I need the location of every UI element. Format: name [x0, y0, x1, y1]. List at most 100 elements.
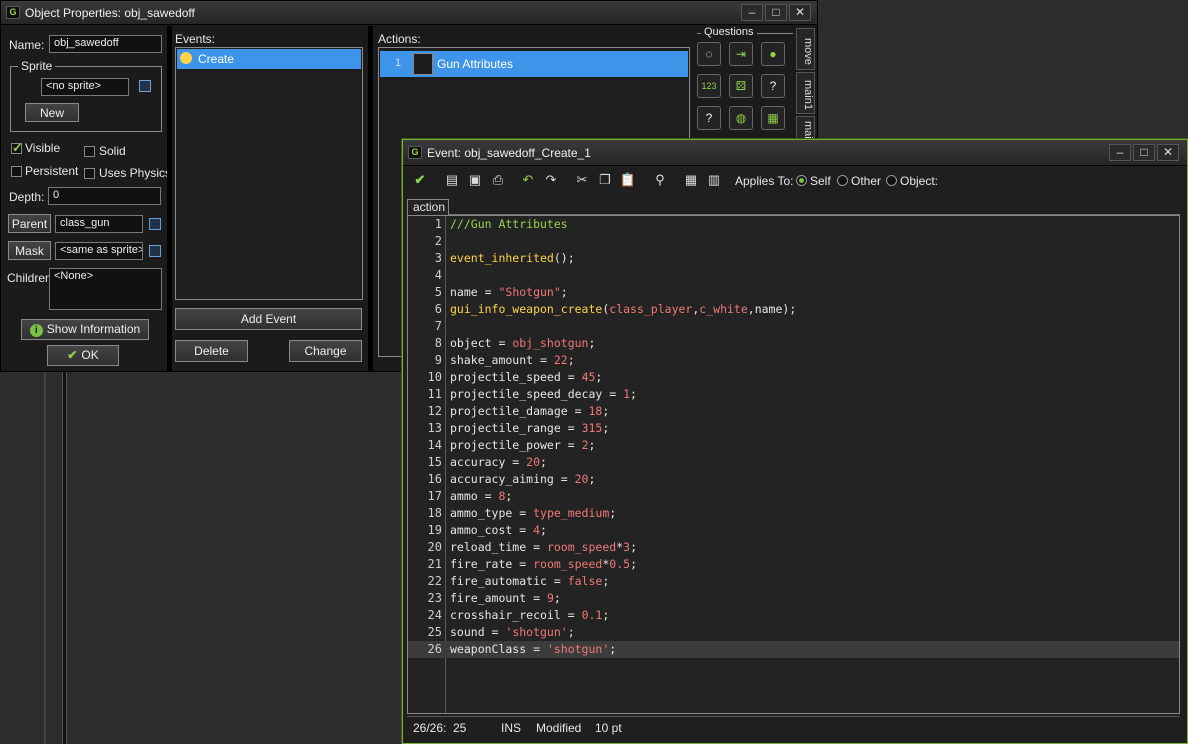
splitter-right[interactable]	[368, 26, 373, 372]
cut-icon[interactable]: ✂	[573, 171, 591, 189]
code-text: projectile_speed_decay = 1;	[450, 386, 637, 403]
tab-main[interactable]: main	[796, 116, 815, 140]
event-window-titlebar[interactable]: G Event: obj_sawedoff_Create_1 – □ ✕	[403, 140, 1187, 166]
mask-button[interactable]: Mask	[8, 241, 51, 260]
code-line[interactable]: 3 event_inherited();	[408, 250, 1179, 267]
test-expression-icon[interactable]: ?	[697, 106, 721, 130]
check-mouse-icon[interactable]: ◍	[729, 106, 753, 130]
code-line[interactable]: 22 fire_automatic = false;	[408, 573, 1179, 590]
code-line[interactable]: 19 ammo_cost = 4;	[408, 522, 1179, 539]
splitter-left[interactable]	[167, 26, 172, 372]
code-line[interactable]: 26 weaponClass = 'shotgun';	[408, 641, 1179, 658]
search-icon[interactable]: ⚲	[651, 171, 669, 189]
check-object-icon[interactable]: ●	[761, 42, 785, 66]
check-empty-icon[interactable]: ◌	[697, 42, 721, 66]
ok-button[interactable]: ✔ OK	[47, 345, 119, 366]
applies-object-radio[interactable]	[886, 175, 897, 186]
children-list[interactable]: <None>	[49, 268, 162, 310]
code-token: ;	[609, 642, 617, 656]
persistent-checkbox[interactable]	[11, 166, 22, 177]
maximize-icon[interactable]: □	[765, 4, 787, 21]
code-line[interactable]: 21 fire_rate = room_speed*0.5;	[408, 556, 1179, 573]
uses-physics-checkbox[interactable]	[84, 168, 95, 179]
ok-label: OK	[81, 348, 99, 362]
depth-input[interactable]: 0	[48, 187, 161, 205]
code-document-icon	[413, 53, 433, 75]
applies-other-label: Other	[851, 174, 882, 188]
ok-checkmark-icon[interactable]: ✔	[411, 171, 429, 189]
check-collision-icon[interactable]: ⇥	[729, 42, 753, 66]
code-line[interactable]: 5 name = "Shotgun";	[408, 284, 1179, 301]
parent-button[interactable]: Parent	[8, 214, 51, 233]
sprite-select[interactable]: <no sprite>	[41, 78, 129, 96]
code-line[interactable]: 9 shake_amount = 22;	[408, 352, 1179, 369]
check-question-icon[interactable]: ?	[761, 74, 785, 98]
print-icon[interactable]: ⎙	[489, 171, 507, 189]
applies-self-radio[interactable]	[796, 175, 807, 186]
undo-icon[interactable]: ↶	[519, 171, 537, 189]
code-token: shake_amount =	[450, 353, 554, 367]
save-icon[interactable]: ▣	[466, 171, 484, 189]
tab-move[interactable]: move	[796, 28, 815, 70]
sprite-menu-icon[interactable]	[139, 80, 151, 92]
new-sprite-button[interactable]: New	[25, 103, 79, 122]
action-item-gun-attributes[interactable]: 1 Gun Attributes	[380, 51, 688, 77]
tab-main1[interactable]: main1	[796, 72, 815, 114]
parent-select[interactable]: class_gun	[55, 215, 143, 233]
actions-label: Actions:	[378, 32, 421, 46]
line-number: 2	[434, 234, 442, 248]
code-line[interactable]: 14 projectile_power = 2;	[408, 437, 1179, 454]
code-line[interactable]: 23 fire_amount = 9;	[408, 590, 1179, 607]
code-editor[interactable]: 1///Gun Attributes 2 3 event_inherited(); 4 5…	[407, 215, 1180, 714]
event-item-create[interactable]: Create	[177, 49, 361, 69]
test-instance-count-icon[interactable]: 123	[697, 74, 721, 98]
solid-checkbox[interactable]	[84, 146, 95, 157]
tab-action[interactable]: action	[407, 199, 449, 216]
code-line[interactable]: 16 accuracy_aiming = 20;	[408, 471, 1179, 488]
mask-menu-icon[interactable]	[149, 245, 161, 257]
copy-icon[interactable]: ❐	[596, 171, 614, 189]
show-information-button[interactable]: i Show Information	[21, 319, 149, 340]
code-line[interactable]: 12 projectile_damage = 18;	[408, 403, 1179, 420]
minimize-icon[interactable]: –	[1109, 144, 1131, 161]
delete-button[interactable]: Delete	[175, 340, 248, 362]
code-outline-icon[interactable]: ▦	[682, 171, 700, 189]
object-window-titlebar[interactable]: G Object Properties: obj_sawedoff – □ ✕	[1, 1, 817, 25]
code-line[interactable]: 18 ammo_type = type_medium;	[408, 505, 1179, 522]
check-code-icon[interactable]: ▥	[705, 171, 723, 189]
events-list[interactable]: Create	[175, 47, 363, 300]
code-line[interactable]: 17 ammo = 8;	[408, 488, 1179, 505]
code-line[interactable]: 4	[408, 267, 1179, 284]
paste-icon[interactable]: 📋	[619, 171, 637, 189]
code-line[interactable]: 6 gui_info_weapon_create(class_player,c_w…	[408, 301, 1179, 318]
code-token: ///Gun Attributes	[450, 217, 568, 231]
code-line[interactable]: 25 sound = 'shotgun';	[408, 624, 1179, 641]
check-grid-icon[interactable]: ▦	[761, 106, 785, 130]
open-file-icon[interactable]: ▤	[443, 171, 461, 189]
code-line[interactable]: 13 projectile_range = 315;	[408, 420, 1179, 437]
close-icon[interactable]: ✕	[789, 4, 811, 21]
close-icon[interactable]: ✕	[1157, 144, 1179, 161]
mask-select[interactable]: <same as sprite>	[55, 242, 143, 260]
minimize-icon[interactable]: –	[741, 4, 763, 21]
code-line[interactable]: 1 ///Gun Attributes	[408, 216, 1179, 233]
code-line[interactable]: 15 accuracy = 20;	[408, 454, 1179, 471]
redo-icon[interactable]: ↷	[542, 171, 560, 189]
code-line[interactable]: 20 reload_time = room_speed*3;	[408, 539, 1179, 556]
parent-menu-icon[interactable]	[149, 218, 161, 230]
code-line[interactable]: 2	[408, 233, 1179, 250]
code-line[interactable]: 8 object = obj_shotgun;	[408, 335, 1179, 352]
code-line[interactable]: 7	[408, 318, 1179, 335]
code-line[interactable]: 11 projectile_speed_decay = 1;	[408, 386, 1179, 403]
name-input[interactable]: obj_sawedoff	[49, 35, 162, 53]
visible-checkbox[interactable]	[11, 140, 23, 156]
test-chance-icon[interactable]: ⚄	[729, 74, 753, 98]
applies-other-radio[interactable]	[837, 175, 848, 186]
add-event-button[interactable]: Add Event	[175, 308, 362, 330]
change-button[interactable]: Change	[289, 340, 362, 362]
maximize-icon[interactable]: □	[1133, 144, 1155, 161]
depth-label: Depth:	[9, 190, 45, 204]
code-line[interactable]: 10 projectile_speed = 45;	[408, 369, 1179, 386]
code-line[interactable]: 24 crosshair_recoil = 0.1;	[408, 607, 1179, 624]
line-number: 15	[427, 455, 442, 469]
